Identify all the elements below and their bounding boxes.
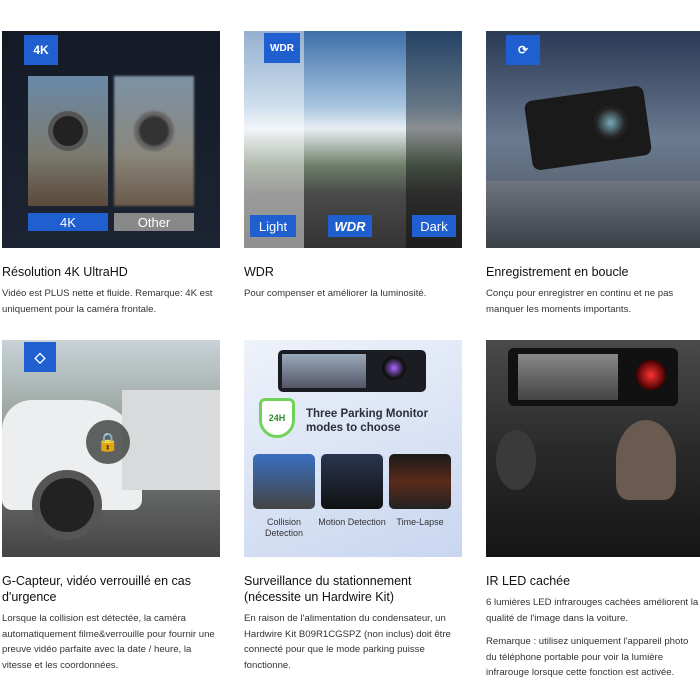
lock-icon: 🔒 — [86, 420, 130, 464]
feature-title: Enregistrement en boucle — [486, 265, 629, 279]
feature-ir-led: IR LED cachée 6 lumières LED infrarouges… — [486, 340, 700, 681]
feature-description: 6 lumières LED infrarouges cachées améli… — [486, 597, 699, 678]
feature-description: En raison de l'alimentation du condensat… — [244, 613, 451, 671]
feature-title: G-Capteur, vidéo verrouillé en cas d'urg… — [2, 574, 191, 604]
loop-recording-image: ⟳ — [486, 31, 700, 248]
parking-monitor-image: 24H Three Parking Monitor modes to choos… — [244, 340, 462, 557]
wdr-road-image: WDR Light WDR Dark — [244, 31, 462, 248]
feature-description: Vidéo est PLUS nette et fluide. Remarque… — [2, 288, 213, 315]
collision-image: 🔒 ◇ — [2, 340, 220, 557]
feature-parking: 24H Three Parking Monitor modes to choos… — [244, 340, 462, 673]
feature-wdr: WDR Light WDR Dark WDR Pour compenser et… — [244, 31, 462, 302]
feature-description: Conçu pour enregistrer en continu et ne … — [486, 288, 674, 315]
feature-title: Résolution 4K UltraHD — [2, 265, 128, 279]
photo-other — [114, 76, 194, 206]
feature-title: WDR — [244, 265, 274, 279]
feature-loop: ⟳ Enregistrement en boucle Conçu pour en… — [486, 31, 700, 317]
label-dark: Dark — [412, 215, 456, 237]
collision-detection-thumb — [253, 454, 315, 509]
feature-description: Lorsque la collision est détectée, la ca… — [2, 613, 215, 671]
g-sensor-icon: ◇ — [24, 342, 56, 372]
label-wdr: WDR — [328, 215, 372, 237]
parking-headline: Three Parking Monitor modes to choose — [306, 408, 429, 434]
feature-g-sensor: 🔒 ◇ G-Capteur, vidéo verrouillé en cas d… — [2, 340, 220, 673]
feature-title: Surveillance du stationnement (nécessite… — [244, 574, 412, 604]
ir-led-image — [486, 340, 700, 557]
motion-detection-thumb — [321, 454, 383, 509]
wdr-badge: WDR — [264, 33, 300, 63]
feature-4k: 4K 4K Other Résolution 4K UltraHD Vidéo … — [2, 31, 220, 317]
feature-title: IR LED cachée — [486, 574, 571, 588]
dashcam — [523, 84, 653, 172]
time-lapse-thumb — [389, 454, 451, 509]
label-other: Other — [114, 213, 194, 231]
4k-comparison-image: 4K 4K Other — [2, 31, 220, 248]
label-4k: 4K — [28, 213, 108, 231]
mode-label: Time-Lapse — [396, 517, 444, 527]
dashcam — [508, 348, 678, 406]
photo-4k — [28, 76, 108, 206]
feature-description: Pour compenser et améliorer la luminosit… — [244, 288, 427, 299]
label-light: Light — [250, 215, 296, 237]
loop-icon: ⟳ — [506, 35, 540, 65]
mode-label: Collision Detection — [264, 517, 304, 538]
shield-24h-icon: 24H — [259, 398, 295, 438]
dashcam — [278, 350, 426, 392]
4k-badge: 4K — [24, 35, 58, 65]
mode-label: Motion Detection — [318, 517, 386, 527]
